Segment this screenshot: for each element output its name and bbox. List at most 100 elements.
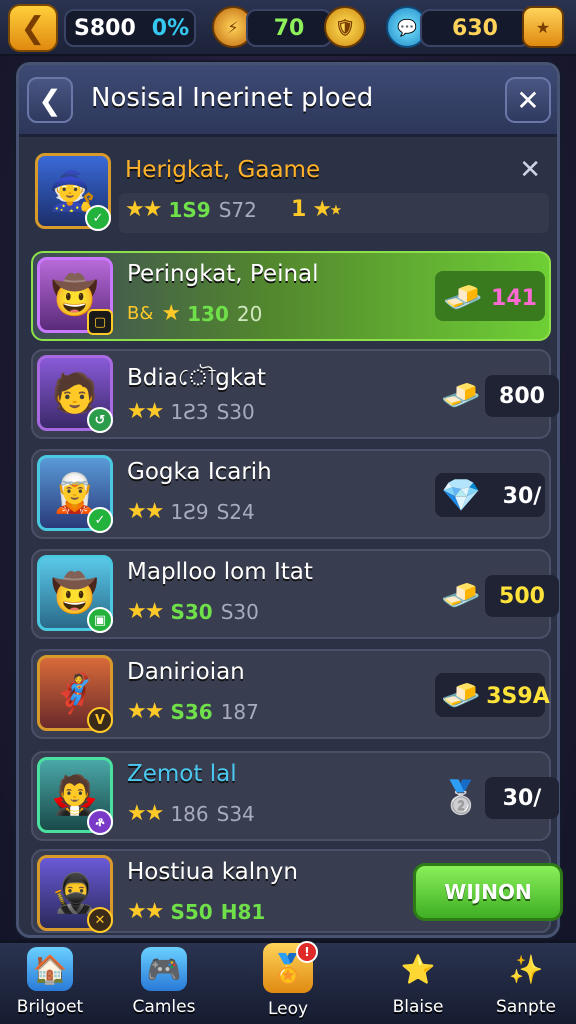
stat-secondary: H81 bbox=[220, 899, 266, 924]
leaderboard-row[interactable]: 🧙 ✓ Herigkat, Gaame ★★ 1S9 S72 1 ★⭑ ✕ bbox=[31, 149, 551, 239]
stars-icon: ★★ bbox=[127, 399, 164, 424]
star-icon: ⭐ bbox=[400, 952, 436, 986]
stars-icon: ★★ bbox=[127, 699, 164, 724]
stat-primary: 186 bbox=[170, 801, 209, 826]
rank-badge-icon: ↺ bbox=[87, 407, 113, 433]
stat-primary: 1S9 bbox=[168, 197, 211, 222]
leaderboard-row[interactable]: 🧝 ✓ Gogka Icarih ★★ 1Ƨ9 S24 💎 30/ bbox=[31, 449, 551, 539]
close-icon[interactable]: ✕ bbox=[519, 155, 541, 185]
stat-secondary: S34 bbox=[216, 801, 255, 826]
gold-bar-icon: 🧈 bbox=[441, 376, 481, 414]
leaderboard-panel: ❮ Nosisal Inerinet ploed ✕ 🧙 ✓ Herigkat,… bbox=[16, 62, 563, 938]
player-name: Gogka Icarih bbox=[127, 459, 272, 485]
chevron-left-icon: ❮ bbox=[38, 83, 62, 117]
reward-value: 141 bbox=[491, 285, 537, 311]
stars-icon: ★★ bbox=[127, 599, 164, 624]
leaderboard-row[interactable]: 🥷 ✕ Hostiua kalnyn ★★ S50 H81 WIJNON bbox=[31, 849, 563, 933]
player-stats: B& ★ 130 20 bbox=[127, 301, 262, 326]
chest-icon: 🎮 bbox=[141, 947, 187, 991]
panel-back-button[interactable]: ❮ bbox=[27, 77, 73, 123]
reward-value: 500 bbox=[485, 575, 559, 617]
player-name: Bdiaৌgkat bbox=[127, 365, 266, 391]
rank-number: 1 bbox=[291, 197, 307, 222]
player-name: Peringkat, Peinal bbox=[127, 261, 319, 287]
leaderboard-row[interactable]: 🦸 V Danirioian ★★ S36 187 🧈 3S9A bbox=[31, 649, 551, 739]
player-stats: ★★ 1S9 S72 bbox=[125, 197, 257, 222]
nav-label: Camles bbox=[132, 997, 196, 1017]
player-stats: ★★ S50 H81 bbox=[127, 899, 265, 924]
reward-value: 800 bbox=[485, 375, 559, 417]
stat-primary: S36 bbox=[170, 699, 213, 724]
stars-icon: ★★ bbox=[127, 899, 164, 924]
stars-icon: ★★ bbox=[127, 801, 164, 826]
stat-secondary: S24 bbox=[216, 499, 255, 524]
nav-item-home[interactable]: 🏠 Brilgoet bbox=[0, 947, 100, 1023]
player-name: Zemot lal bbox=[127, 761, 237, 787]
reward-value: 3S9A bbox=[486, 683, 550, 709]
rank-badge-icon: ቶ bbox=[87, 809, 113, 835]
purple-gem-icon: 💎 bbox=[441, 476, 481, 514]
nav-item-league[interactable]: 🏅 ! Leoy bbox=[238, 941, 338, 1019]
shield-icon: 🛡 bbox=[324, 6, 366, 48]
stat-primary: S50 bbox=[170, 899, 213, 924]
leaderboard-row[interactable]: 🧛 ቶ Zemot lal ★★ 186 S34 🥈 30/ bbox=[31, 751, 559, 841]
player-stats: ★★ 186 S34 bbox=[127, 801, 255, 826]
stat-primary: 1Ƨ9 bbox=[170, 499, 209, 524]
stars-icon: ★⭑ bbox=[312, 197, 342, 222]
rank-badge-icon: V bbox=[87, 707, 113, 733]
rank-badge-icon: ✕ bbox=[87, 907, 113, 933]
stat-secondary: S30 bbox=[216, 399, 255, 424]
tickets-counter: 630 bbox=[420, 9, 530, 47]
gems-value: 70 bbox=[273, 15, 305, 41]
stat-primary: 130 bbox=[187, 301, 229, 326]
close-icon: ✕ bbox=[516, 83, 540, 117]
panel-header: ❮ Nosisal Inerinet ploed ✕ bbox=[19, 65, 557, 137]
gold-bar-icon: 🧈 bbox=[441, 676, 481, 714]
nav-item-sanpte[interactable]: ✨ Sanpte bbox=[476, 947, 576, 1023]
nav-label: Brilgoet bbox=[16, 997, 84, 1017]
rank-badge-icon: ▢ bbox=[87, 309, 113, 335]
player-stats: ★★ 1Ƨ9 S24 bbox=[127, 499, 255, 524]
add-star-button[interactable]: ★ bbox=[522, 6, 564, 48]
stat-secondary: 187 bbox=[220, 699, 259, 724]
sparkle-icon: ✨ bbox=[508, 952, 544, 986]
panel-close-button[interactable]: ✕ bbox=[505, 77, 551, 123]
player-stats: ★★ 1Ƨ3 S30 bbox=[127, 399, 255, 424]
stat-primary: S30 bbox=[170, 599, 213, 624]
star-icon: ★ bbox=[161, 301, 181, 326]
rank-info: 1 ★⭑ bbox=[291, 197, 342, 222]
player-stats: ★★ S36 187 bbox=[127, 699, 259, 724]
silver-bar-icon: 🥈 bbox=[441, 778, 481, 816]
top-bar: ❮ S800 0% ⚡ 70 🛡 💬 630 ★ bbox=[0, 0, 576, 56]
stat-secondary: S30 bbox=[220, 599, 259, 624]
player-stats: ★★ S30 S30 bbox=[127, 599, 259, 624]
notification-badge: ! bbox=[296, 941, 318, 963]
nav-item-games[interactable]: 🎮 Camles bbox=[114, 947, 214, 1023]
player-name: Hostiua kalnyn bbox=[127, 859, 298, 885]
nav-label: Leoy bbox=[267, 999, 309, 1019]
rank-badge-icon: ✓ bbox=[87, 507, 113, 533]
stars-icon: ★★ bbox=[127, 499, 164, 524]
win-button[interactable]: WIJNON bbox=[413, 863, 563, 921]
back-button[interactable]: ❮ bbox=[8, 4, 58, 52]
nav-item-blaise[interactable]: ⭐ Blaise bbox=[368, 947, 468, 1023]
rank-badge-icon: ✓ bbox=[85, 205, 111, 231]
stat-secondary: 20 bbox=[236, 301, 263, 326]
tickets-value: 630 bbox=[452, 15, 498, 41]
gold-counter: S800 0% bbox=[64, 9, 196, 47]
rank-badge-icon: ▣ bbox=[87, 607, 113, 633]
player-name: Danirioian bbox=[127, 659, 245, 685]
leaderboard-row[interactable]: 🤠 ▣ Maplloo lom Itat ★★ S30 S30 🧈 500 bbox=[31, 549, 559, 639]
player-name: Herigkat, Gaame bbox=[125, 157, 321, 183]
percent-value: 0% bbox=[151, 15, 190, 41]
gold-bar-icon: 🧈 bbox=[441, 576, 481, 614]
bottom-nav: 🏠 Brilgoet 🎮 Camles 🏅 ! Leoy ⭐ Blaise ✨ … bbox=[0, 940, 576, 1024]
stat-secondary: S72 bbox=[218, 197, 257, 222]
stars-icon: ★★ bbox=[125, 197, 162, 222]
leaderboard-row-highlighted[interactable]: 🤠 ▢ Peringkat, Peinal B& ★ 130 20 🧈 141 bbox=[31, 251, 551, 341]
chevron-left-icon: ❮ bbox=[20, 10, 46, 46]
player-name: Maplloo lom Itat bbox=[127, 559, 313, 585]
stat-primary: 1Ƨ3 bbox=[170, 399, 209, 424]
reward-value: 30/ bbox=[502, 483, 542, 509]
leaderboard-row[interactable]: 🧑 ↺ Bdiaৌgkat ★★ 1Ƨ3 S30 🧈 800 bbox=[31, 349, 559, 439]
